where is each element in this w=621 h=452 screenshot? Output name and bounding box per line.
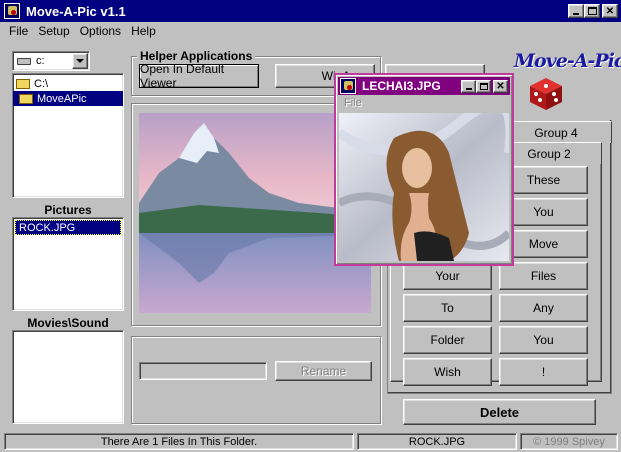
drive-icon [17, 57, 31, 65]
app-icon[interactable] [4, 3, 20, 19]
window-title: Move-A-Pic v1.1 [26, 3, 126, 19]
status-file-count: There Are 1 Files In This Folder. [4, 433, 354, 450]
group-button-l4[interactable]: Your [403, 262, 492, 290]
status-current-file: ROCK.JPG [357, 433, 517, 450]
tab-group-4[interactable]: Group 4 [500, 121, 612, 143]
folder-label: C:\ [34, 77, 49, 90]
group-button-r7[interactable]: ! [499, 358, 588, 386]
drive-select[interactable]: c: [12, 51, 90, 71]
helper-heading: Helper Applications [137, 49, 256, 63]
viewer-close-button[interactable]: ✕ [493, 79, 508, 93]
minimize-button[interactable] [568, 4, 584, 18]
rename-button[interactable]: Rename [275, 361, 372, 381]
maximize-icon [479, 82, 488, 90]
close-icon: ✕ [605, 5, 615, 17]
minimize-icon [465, 88, 472, 90]
movies-heading: Movies\Sound [27, 316, 109, 330]
maximize-icon [587, 7, 597, 15]
logo: Move-A-Pic [512, 50, 621, 112]
maximize-button[interactable] [584, 4, 600, 18]
viewer-menu-file[interactable]: File [344, 97, 362, 109]
image-viewer-window[interactable]: LECHAI3.JPG ✕ File [334, 73, 514, 266]
title-bar: Move-A-Pic v1.1 ✕ [0, 0, 621, 22]
close-button[interactable]: ✕ [602, 4, 618, 18]
logo-text: Move-A-Pic [514, 50, 621, 72]
open-folder-icon [16, 78, 30, 89]
menu-options[interactable]: Options [80, 24, 121, 38]
drive-value: c: [36, 55, 45, 67]
folder-label: MoveAPic [37, 92, 87, 105]
menu-setup[interactable]: Setup [38, 24, 69, 38]
status-copyright: © 1999 Spivey [520, 433, 618, 450]
open-folder-icon [19, 93, 33, 104]
folder-list[interactable]: C:\ MoveAPic [12, 73, 124, 198]
viewer-maximize-button[interactable] [476, 79, 491, 93]
open-default-viewer-button[interactable]: Open In Default Viewer [139, 62, 259, 90]
movies-list[interactable] [12, 330, 124, 424]
viewer-image [339, 113, 509, 261]
viewer-app-icon[interactable] [340, 78, 356, 94]
viewer-title-bar: LECHAI3.JPG ✕ [338, 77, 510, 95]
group-button-r5[interactable]: Any [499, 294, 588, 322]
dice-icon [530, 78, 562, 110]
group-button-l6[interactable]: Folder [403, 326, 492, 354]
rename-input[interactable] [139, 362, 267, 380]
pictures-list[interactable]: ROCK.JPG [12, 217, 124, 311]
menu-file[interactable]: File [9, 24, 28, 38]
chevron-down-icon [76, 59, 84, 63]
delete-button[interactable]: Delete [403, 399, 596, 425]
group-button-r6[interactable]: You [499, 326, 588, 354]
viewer-minimize-button[interactable] [461, 79, 476, 93]
menu-bar: File Setup Options Help [0, 22, 621, 40]
picture-file-item[interactable]: ROCK.JPG [15, 220, 121, 235]
group-button-l5[interactable]: To [403, 294, 492, 322]
folder-item-moveapic[interactable]: MoveAPic [13, 91, 123, 106]
folder-item-root[interactable]: C:\ [13, 76, 123, 91]
group-button-l7[interactable]: Wish [403, 358, 492, 386]
drive-dropdown-button[interactable] [72, 53, 88, 69]
group-button-r4[interactable]: Files [499, 262, 588, 290]
menu-help[interactable]: Help [131, 24, 156, 38]
pictures-heading: Pictures [44, 203, 92, 217]
viewer-title: LECHAI3.JPG [362, 79, 441, 93]
close-icon: ✕ [496, 80, 505, 92]
minimize-icon [573, 13, 579, 15]
